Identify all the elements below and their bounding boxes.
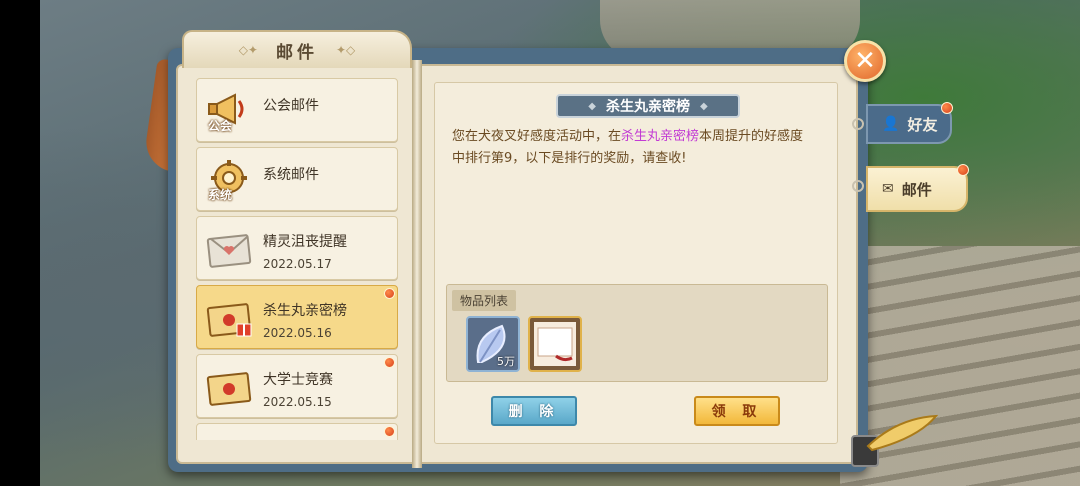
message-body: 您在犬夜叉好感度活动中，在杀生丸亲密榜本周提升的好感度中排行第9，以下是排行的奖… — [452, 126, 812, 170]
mail-item-date: 2022.05.15 — [263, 395, 332, 409]
envelope-gift-icon — [205, 294, 253, 342]
unread-dot-icon — [384, 288, 395, 299]
mail-item-date: 2022.05.17 — [263, 257, 332, 271]
mail-item-date: 2022.05.16 — [263, 326, 332, 340]
item-slot-scroll[interactable] — [528, 316, 582, 372]
message-highlight: 杀生丸亲密榜 — [621, 129, 700, 144]
megaphone-icon: 公会 — [205, 87, 253, 135]
unread-dot-icon — [957, 164, 969, 176]
mail-list[interactable]: 公会 公会邮件 系统 系统邮件 精灵沮丧提醒 2022.05.17 杀生丸亲密榜… — [196, 78, 400, 440]
page-title: 邮件 — [276, 42, 318, 63]
mail-icon-text: 公会 — [208, 119, 233, 133]
scroll-icon — [534, 322, 576, 366]
mail-item-label: 大学士竞赛 — [263, 372, 333, 388]
message-title-banner: ◆ 杀生丸亲密榜 ◆ — [556, 94, 740, 118]
close-icon: ✕ — [854, 46, 876, 76]
envelope-seal-icon — [205, 363, 253, 411]
unread-dot-icon — [941, 102, 953, 114]
items-label: 物品列表 — [452, 290, 517, 311]
claim-button[interactable]: 领 取 — [694, 396, 780, 426]
mail-item-label: 精灵沮丧提醒 — [263, 234, 347, 250]
gear-icon: 系统 — [205, 156, 253, 204]
mail-item-scholar-contest[interactable]: 大学士竞赛 2022.05.15 — [196, 354, 398, 418]
person-icon: 👤 — [882, 116, 900, 132]
mail-item-label: 公会邮件 — [263, 98, 319, 114]
mail-item-spirit-reminder[interactable]: 精灵沮丧提醒 2022.05.17 — [196, 216, 398, 280]
binder-rings-icon — [852, 118, 864, 192]
item-quantity: 5万 — [497, 355, 515, 368]
mail-item-guild[interactable]: 公会 公会邮件 — [196, 78, 398, 142]
title-deco-left-icon: ◆ — [588, 100, 596, 112]
unread-dot-icon — [384, 426, 395, 437]
mail-item-sesshomaru-ranking[interactable]: 杀生丸亲密榜 2022.05.16 — [196, 285, 398, 349]
message-title: 杀生丸亲密榜 — [606, 99, 690, 115]
window-title-tab: ◇✦ 邮件 ✦◇ — [182, 30, 412, 68]
item-slot-feather[interactable]: 5万 — [466, 316, 520, 372]
mail-item-label: 杀生丸亲密榜 — [263, 303, 347, 319]
mail-item-system[interactable]: 系统 系统邮件 — [196, 147, 398, 211]
close-button[interactable]: ✕ — [844, 40, 886, 82]
tab-mail-label: 邮件 — [901, 180, 932, 199]
title-deco-left-icon: ◇✦ — [238, 43, 258, 57]
envelope-heart-icon — [205, 225, 253, 273]
title-deco-right-icon: ◆ — [700, 100, 708, 112]
tab-mail[interactable]: ✉ 邮件 — [866, 164, 969, 212]
mail-icon-text: 系统 — [208, 188, 233, 202]
quill-icon — [851, 414, 938, 467]
title-deco-right-icon: ✦◇ — [336, 43, 356, 57]
tab-friends-label: 好友 — [907, 115, 938, 134]
tab-friends[interactable]: 👤 好友 — [866, 102, 953, 144]
envelope-icon: ✉ — [882, 181, 894, 197]
delete-button[interactable]: 删 除 — [491, 396, 577, 426]
unread-dot-icon — [384, 357, 395, 368]
book-spine — [412, 60, 422, 468]
message-text: 您在犬夜叉好感度活动中，在 — [452, 129, 622, 144]
mail-item-label: 系统邮件 — [263, 167, 319, 183]
mail-item-partial[interactable] — [196, 423, 398, 440]
